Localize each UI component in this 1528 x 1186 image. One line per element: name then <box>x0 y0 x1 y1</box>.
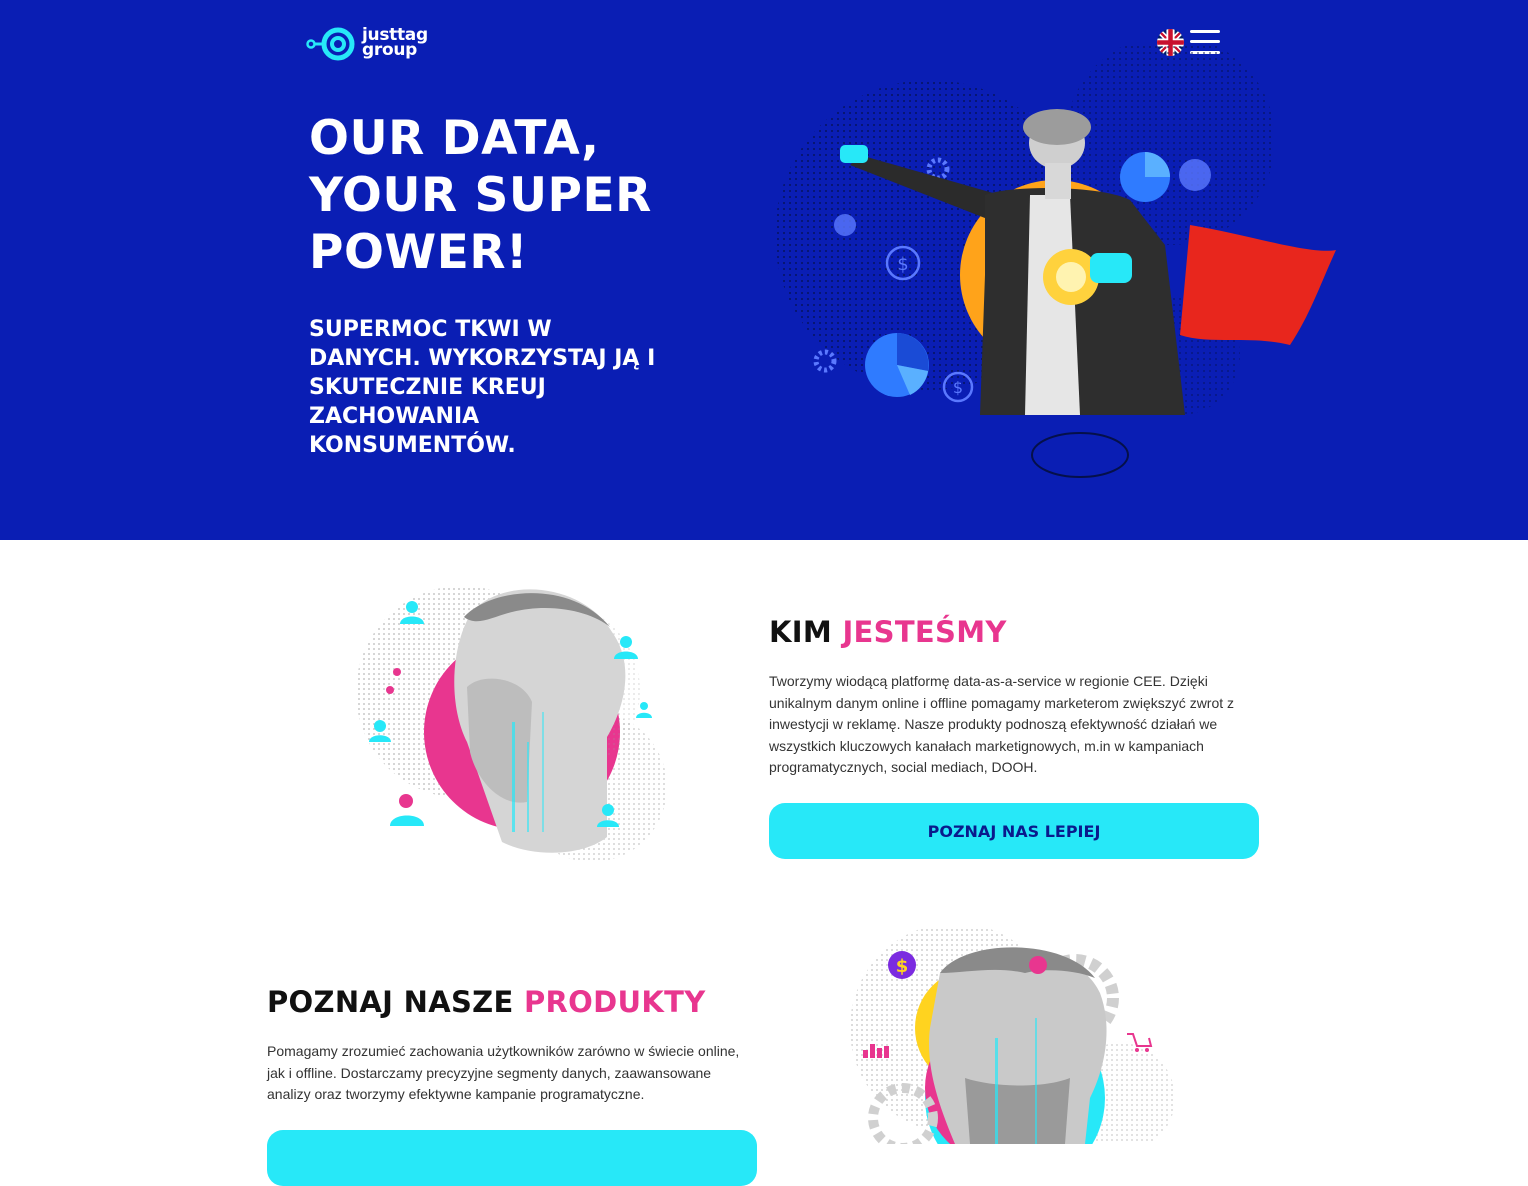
hero-subtitle: SUPERMOC TKWI W DANYCH. WYKORZYSTAJ JĄ I… <box>309 317 656 458</box>
hero-section: justtag group OUR DATA, YOUR SUPER POWER… <box>0 0 1528 540</box>
logo[interactable]: justtag group <box>306 24 428 62</box>
about-heading: KIM JESTEŚMY <box>769 615 1007 649</box>
svg-text:$: $ <box>953 378 963 397</box>
svg-text:$: $ <box>897 254 908 275</box>
products-heading-plain: POZNAJ NASZE <box>267 985 514 1019</box>
about-heading-plain: KIM <box>769 615 833 649</box>
logo-line2: group <box>362 40 418 60</box>
products-text: Pomagamy zrozumieć zachowania użytkownik… <box>267 1043 740 1103</box>
products-cta-button[interactable] <box>267 1130 757 1186</box>
about-text: Tworzymy wiodącą platformę data-as-a-ser… <box>769 673 1235 776</box>
about-cta-button[interactable]: POZNAJ NAS LEPIEJ <box>769 803 1259 859</box>
products-heading: POZNAJ NASZE PRODUKTY <box>267 985 706 1019</box>
hero-title: OUR DATA, YOUR SUPER POWER! <box>309 111 652 280</box>
about-statue-illustration <box>356 586 667 862</box>
hero-superhero-illustration: $ $ <box>775 45 1336 478</box>
svg-text:$: $ <box>896 956 909 977</box>
products-heading-accent: PRODUKTY <box>523 985 706 1019</box>
about-heading-accent: JESTEŚMY <box>842 615 1007 649</box>
products-statue-illustration: $ <box>850 928 1175 1144</box>
logo-text: justtag group <box>362 27 428 60</box>
logo-icon <box>306 27 355 61</box>
